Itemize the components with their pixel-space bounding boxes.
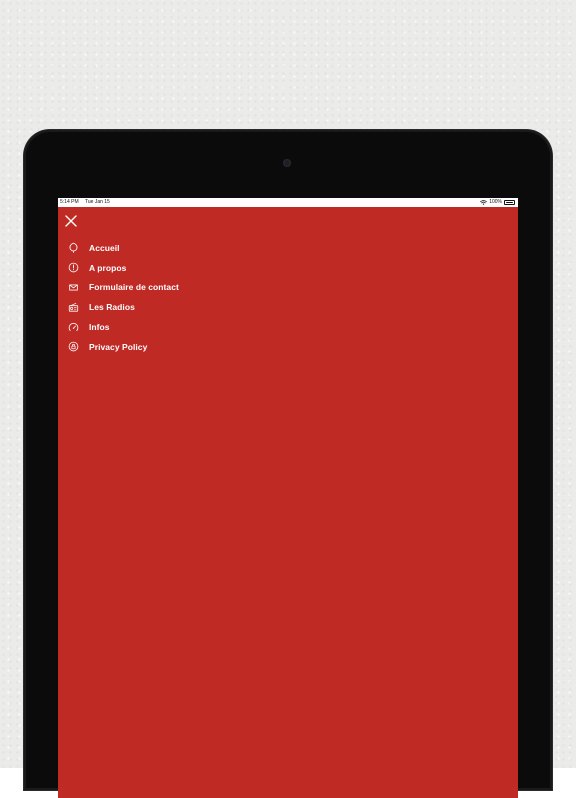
menu-label-formulaire-de-contact: Formulaire de contact xyxy=(89,282,179,293)
info-icon xyxy=(68,262,79,273)
nav-menu: Accueil A propos Formulaire de contact L… xyxy=(68,238,179,357)
menu-item-les-radios[interactable]: Les Radios xyxy=(68,297,179,317)
close-icon xyxy=(65,215,77,227)
menu-item-formulaire-de-contact[interactable]: Formulaire de contact xyxy=(68,278,179,298)
menu-item-a-propos[interactable]: A propos xyxy=(68,258,179,278)
menu-item-accueil[interactable]: Accueil xyxy=(68,238,179,258)
menu-label-infos: Infos xyxy=(89,322,110,333)
menu-item-infos[interactable]: Infos xyxy=(68,317,179,337)
battery-fill xyxy=(505,201,514,204)
mail-icon xyxy=(68,282,79,293)
menu-item-privacy-policy[interactable]: Privacy Policy xyxy=(68,337,179,357)
status-right-group: 100% xyxy=(480,198,515,207)
privacy-icon xyxy=(68,341,79,352)
radio-icon xyxy=(68,302,79,313)
close-button[interactable] xyxy=(64,214,78,228)
menu-label-accueil: Accueil xyxy=(89,242,120,253)
tablet-frame: 5:14 PM Tue Jan 15 100% Accueil A propos… xyxy=(24,130,552,798)
app-screen: 5:14 PM Tue Jan 15 100% Accueil A propos… xyxy=(58,198,518,798)
leaf-icon xyxy=(68,242,79,254)
battery-percent: 100% xyxy=(489,199,502,205)
menu-label-privacy-policy: Privacy Policy xyxy=(89,341,148,352)
battery-icon xyxy=(504,200,515,205)
menu-label-a-propos: A propos xyxy=(89,262,127,273)
menu-label-les-radios: Les Radios xyxy=(89,302,135,313)
speedometer-icon xyxy=(68,322,79,333)
status-time: 5:14 PM xyxy=(60,199,79,205)
wifi-icon xyxy=(480,200,488,205)
status-bar: 5:14 PM Tue Jan 15 100% xyxy=(58,198,518,207)
front-camera xyxy=(283,159,291,167)
status-date: Tue Jan 15 xyxy=(85,199,110,205)
